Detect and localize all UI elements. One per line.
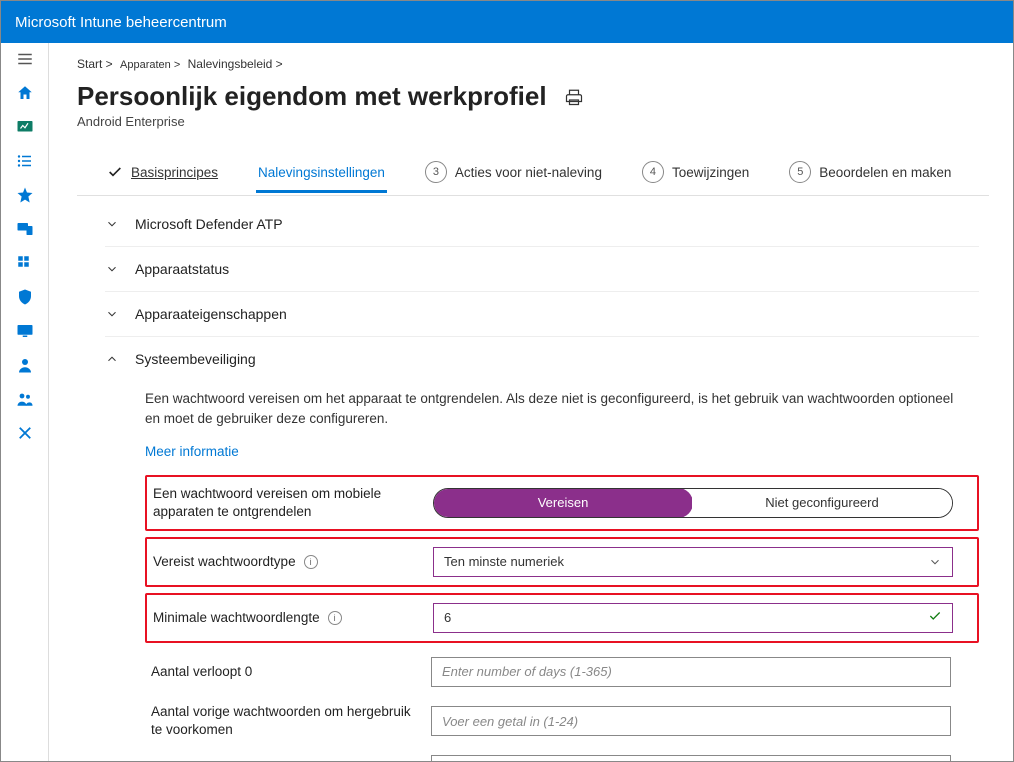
prev-pw-input-wrap xyxy=(431,706,951,736)
expire-label: Aantal verloopt 0 xyxy=(151,663,252,681)
wizard-step-compliance[interactable]: Nalevingsinstellingen xyxy=(256,155,387,192)
wizard-steps: Basisprincipes Nalevingsinstellingen 3 A… xyxy=(77,151,989,196)
breadcrumb-devices[interactable]: Apparaten > xyxy=(120,59,180,71)
info-icon[interactable]: i xyxy=(328,611,342,625)
accordion: Microsoft Defender ATP Apparaatstatus Ap… xyxy=(77,202,989,761)
prev-pw-label: Aantal vorige wachtwoorden om hergebruik… xyxy=(151,703,421,739)
step-number: 4 xyxy=(642,161,664,183)
breadcrumb-start[interactable]: Start > xyxy=(77,57,113,71)
sidebar xyxy=(1,43,49,761)
password-type-label: Vereist wachtwoordtype xyxy=(153,553,296,571)
acc-devstatus-label: Apparaatstatus xyxy=(135,261,229,277)
acc-defender-label: Microsoft Defender ATP xyxy=(135,216,283,232)
require-password-label: Een wachtwoord vereisen om mobiele appar… xyxy=(153,485,433,521)
min-length-label: Minimale wachtwoordlengte xyxy=(153,609,320,627)
shield-settings-icon[interactable] xyxy=(15,287,35,307)
acc-defender[interactable]: Microsoft Defender ATP xyxy=(105,202,979,246)
min-length-input[interactable] xyxy=(444,610,928,625)
chevron-down-icon xyxy=(928,555,942,569)
wizard-step-label: Nalevingsinstellingen xyxy=(258,165,385,180)
step-number: 5 xyxy=(789,161,811,183)
chevron-down-icon xyxy=(105,262,119,276)
wizard-step-review[interactable]: 5 Beoordelen en maken xyxy=(787,151,953,195)
max-inactive-select[interactable]: Niet geconfigureerd xyxy=(431,755,951,761)
acc-device-props[interactable]: Apparaateigenschappen xyxy=(105,291,979,336)
devices-icon[interactable] xyxy=(15,219,35,239)
wizard-step-label: Acties voor niet-naleving xyxy=(455,165,602,180)
wizard-step-basics[interactable]: Basisprincipes xyxy=(105,154,220,192)
acc-system-security-body: Een wachtwoord vereisen om het apparaat … xyxy=(105,381,979,761)
field-require-password: Een wachtwoord vereisen om mobiele appar… xyxy=(145,475,979,531)
hamburger-icon[interactable] xyxy=(15,49,35,69)
expire-input-wrap xyxy=(431,657,951,687)
print-icon[interactable] xyxy=(565,88,583,106)
breadcrumb: Start > Apparaten > Nalevingsbeleid > xyxy=(77,57,989,71)
require-password-toggle[interactable]: Vereisen Niet geconfigureerd xyxy=(433,488,953,518)
acc-devprops-label: Apparaateigenschappen xyxy=(135,306,287,322)
wizard-step-label: Toewijzingen xyxy=(672,165,749,180)
wizard-step-assignments[interactable]: 4 Toewijzingen xyxy=(640,151,751,195)
home-icon[interactable] xyxy=(15,83,35,103)
toggle-require-option[interactable]: Vereisen xyxy=(433,488,693,518)
password-type-value: Ten minste numeriek xyxy=(444,554,564,569)
acc-system-security[interactable]: Systeembeveiliging xyxy=(105,336,979,381)
toggle-notconfigured-option[interactable]: Niet geconfigureerd xyxy=(692,489,952,517)
check-icon xyxy=(928,609,942,626)
acc-device-status[interactable]: Apparaatstatus xyxy=(105,246,979,291)
field-expire-days: Aantal verloopt 0 xyxy=(145,649,979,695)
users-icon[interactable] xyxy=(15,389,35,409)
titlebar: Microsoft Intune beheercentrum xyxy=(1,1,1013,43)
wizard-step-actions[interactable]: 3 Acties voor niet-naleving xyxy=(423,151,604,195)
chevron-down-icon xyxy=(105,307,119,321)
info-icon[interactable]: i xyxy=(304,555,318,569)
main-content: Start > Apparaten > Nalevingsbeleid > Pe… xyxy=(49,43,1013,761)
chevron-down-icon xyxy=(105,217,119,231)
wizard-step-label: Beoordelen en maken xyxy=(819,165,951,180)
monitor-icon[interactable] xyxy=(15,321,35,341)
acc-syssec-label: Systeembeveiliging xyxy=(135,351,256,367)
chevron-up-icon xyxy=(105,352,119,366)
breadcrumb-compliance[interactable]: Nalevingsbeleid > xyxy=(188,57,283,71)
field-prev-passwords: Aantal vorige wachtwoorden om hergebruik… xyxy=(145,695,979,747)
field-password-type: Vereist wachtwoordtype i Ten minste nume… xyxy=(145,537,979,587)
step-number: 3 xyxy=(425,161,447,183)
dashboard-icon[interactable] xyxy=(15,117,35,137)
star-icon[interactable] xyxy=(15,185,35,205)
prev-pw-input[interactable] xyxy=(442,714,940,729)
more-info-link[interactable]: Meer informatie xyxy=(145,444,979,459)
apps-icon[interactable] xyxy=(15,253,35,273)
page-title: Persoonlijk eigendom met werkprofiel xyxy=(77,81,547,112)
syssec-description: Een wachtwoord vereisen om het apparaat … xyxy=(145,389,965,430)
page-subtitle: Android Enterprise xyxy=(77,114,989,129)
field-min-length: Minimale wachtwoordlengte i xyxy=(145,593,979,643)
user-icon[interactable] xyxy=(15,355,35,375)
expire-input[interactable] xyxy=(442,664,940,679)
wizard-step-label: Basisprincipes xyxy=(131,165,218,180)
password-type-select[interactable]: Ten minste numeriek xyxy=(433,547,953,577)
app-title: Microsoft Intune beheercentrum xyxy=(15,14,227,31)
list-icon[interactable] xyxy=(15,151,35,171)
tools-icon[interactable] xyxy=(15,423,35,443)
min-length-input-wrap xyxy=(433,603,953,633)
check-icon xyxy=(107,164,123,180)
field-max-inactive: Maximum aantal minuten van inactiviteit … xyxy=(145,747,979,761)
